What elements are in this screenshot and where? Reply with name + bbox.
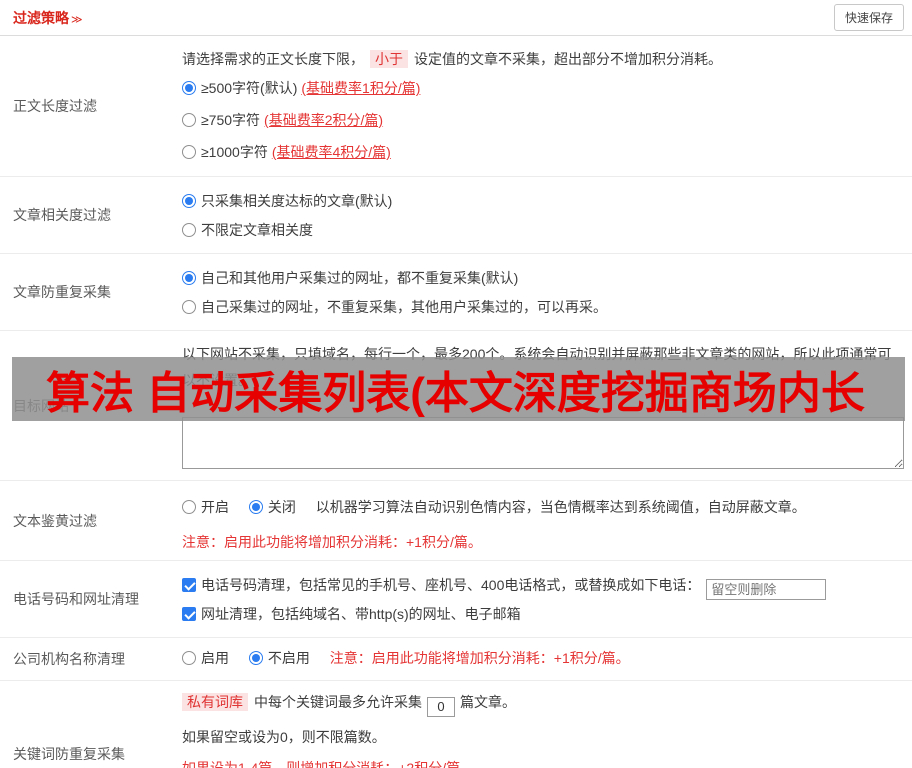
option-dedup-all[interactable]: 自己和其他用户采集过的网址，都不重复采集(默认) <box>182 264 904 293</box>
keyword-note-1-4: 如果设为1-4篇，则增加积分消耗：+2积分/篇。 <box>182 759 475 768</box>
option-url-clean[interactable]: 网址清理，包括纯域名、带http(s)的网址、电子邮箱 <box>182 606 521 622</box>
keyword-dedup-content: 私有词库中每个关键词最多允许采集 篇文章。 如果留空或设为0，则不限篇数。 如果设… <box>170 681 912 768</box>
dedup-self-label: 自己采集过的网址，不重复采集，其他用户采集过的，可以再采。 <box>201 299 607 315</box>
row-company-clean: 公司机构名称清理 启用 不启用 注意：启用此功能将增加积分消耗：+1积分/篇。 <box>0 638 912 681</box>
row-porn-filter: 文本鉴黄过滤 开启 关闭 以机器学习算法自动识别色情内容，当色情概率达到系统阈值… <box>0 481 912 561</box>
radio-500-chars[interactable] <box>182 81 196 95</box>
row-label-porn-filter: 文本鉴黄过滤 <box>13 512 97 529</box>
relevance-unlimited-label: 不限定文章相关度 <box>201 222 313 238</box>
company-clean-line: 启用 不启用 注意：启用此功能将增加积分消耗：+1积分/篇。 <box>182 648 904 668</box>
option-company-off[interactable]: 不启用 <box>248 650 314 666</box>
company-on-label: 启用 <box>201 650 229 666</box>
company-off-label: 不启用 <box>267 650 310 666</box>
overlay-banner: 算法 自动采集列表(本文深度挖掘商场内长 <box>12 357 905 421</box>
row-label-text-length: 正文长度过滤 <box>13 98 97 114</box>
topbar: 过滤策略 ≫ 快速保存 <box>0 0 912 36</box>
relevance-content: 只采集相关度达标的文章(默认) 不限定文章相关度 <box>170 177 912 253</box>
row-text-length-filter: 正文长度过滤 请选择需求的正文长度下限， 小于 设定值的文章不采集，超出部分不增加积… <box>0 36 912 177</box>
radio-relevance-unlimited[interactable] <box>182 223 196 237</box>
row-article-dedup: 文章防重复采集 自己和其他用户采集过的网址，都不重复采集(默认) 自己采集过的网… <box>0 254 912 331</box>
option-500-fee: (基础费率1积分/篇) <box>301 80 421 96</box>
porn-off-label: 关闭 <box>267 499 296 515</box>
keyword-limit-line: 私有词库中每个关键词最多允许采集 篇文章。 <box>182 691 904 717</box>
company-clean-note: 注意：启用此功能将增加积分消耗：+1积分/篇。 <box>329 650 630 666</box>
radio-company-off[interactable] <box>248 651 263 665</box>
overlay-banner-text: 算法 自动采集列表(本文深度挖掘商场内长 <box>46 369 865 418</box>
dedup-all-label: 自己和其他用户采集过的网址，都不重复采集(默认) <box>201 270 519 286</box>
text-length-desc: 请选择需求的正文长度下限， 小于 设定值的文章不采集，超出部分不增加积分消耗。 <box>182 46 904 72</box>
row-label-relevance: 文章相关度过滤 <box>13 207 111 223</box>
radio-dedup-all[interactable] <box>182 271 196 285</box>
url-clean-line: 网址清理，包括纯域名、带http(s)的网址、电子邮箱 <box>182 600 904 629</box>
porn-on-label: 开启 <box>201 499 229 515</box>
porn-filter-content: 开启 关闭 以机器学习算法自动识别色情内容，当色情概率达到系统阈值，自动屏蔽文章… <box>170 481 912 560</box>
option-500-label: ≥500字符(默认) <box>201 80 298 96</box>
keyword-limit-suffix: 篇文章。 <box>460 694 516 710</box>
company-clean-content: 启用 不启用 注意：启用此功能将增加积分消耗：+1积分/篇。 <box>170 638 912 680</box>
keyword-note-zero: 如果留空或设为0，则不限篇数。 <box>182 728 386 745</box>
row-label-keyword-dedup: 关键词防重复采集 <box>13 745 125 762</box>
double-chevron-icon: ≫ <box>71 13 83 26</box>
checkbox-url-clean[interactable] <box>182 607 196 621</box>
option-1000-label: ≥1000字符 <box>201 144 268 160</box>
quick-save-button[interactable]: 快速保存 <box>833 4 904 31</box>
option-1000-chars[interactable]: ≥1000字符 (基础费率4积分/篇) <box>182 136 904 168</box>
keyword-limit-text: 中每个关键词最多允许采集 <box>254 694 422 710</box>
option-porn-on[interactable]: 开启 <box>182 499 233 515</box>
option-500-chars[interactable]: ≥500字符(默认) (基础费率1积分/篇) <box>182 72 904 104</box>
radio-1000-chars[interactable] <box>182 145 196 159</box>
phone-clean-line: 电话号码清理，包括常见的手机号、座机号、400电话格式，或替换成如下电话： <box>182 571 904 600</box>
radio-porn-off[interactable] <box>248 500 263 514</box>
row-label-article-dedup: 文章防重复采集 <box>13 284 111 300</box>
phone-clean-label: 电话号码清理，包括常见的手机号、座机号、400电话格式，或替换成如下电话： <box>201 577 701 593</box>
less-than-chip: 小于 <box>370 50 408 68</box>
porn-filter-options: 开启 关闭 以机器学习算法自动识别色情内容，当色情概率达到系统阈值，自动屏蔽文章… <box>182 491 904 523</box>
option-750-label: ≥750字符 <box>201 112 261 128</box>
porn-filter-desc: 以机器学习算法自动识别色情内容，当色情概率达到系统阈值，自动屏蔽文章。 <box>315 499 806 515</box>
row-keyword-dedup: 关键词防重复采集 私有词库中每个关键词最多允许采集 篇文章。 如果留空或设为0，则… <box>0 681 912 768</box>
page-title[interactable]: 过滤策略 ≫ <box>13 8 83 28</box>
option-750-fee: (基础费率2积分/篇) <box>264 112 384 128</box>
url-clean-label: 网址清理，包括纯域名、带http(s)的网址、电子邮箱 <box>201 606 521 622</box>
option-dedup-self[interactable]: 自己采集过的网址，不重复采集，其他用户采集过的，可以再采。 <box>182 293 904 322</box>
radio-porn-on[interactable] <box>182 500 196 514</box>
option-1000-fee: (基础费率4积分/篇) <box>271 144 391 160</box>
option-company-on[interactable]: 启用 <box>182 650 233 666</box>
desc-pre: 请选择需求的正文长度下限， <box>182 51 364 67</box>
radio-company-on[interactable] <box>182 651 196 665</box>
option-relevance-unlimited[interactable]: 不限定文章相关度 <box>182 216 904 245</box>
relevance-default-label: 只采集相关度达标的文章(默认) <box>201 193 393 209</box>
page-title-text: 过滤策略 <box>13 9 69 26</box>
private-lexicon-chip: 私有词库 <box>182 693 248 711</box>
radio-750-chars[interactable] <box>182 113 196 127</box>
phone-url-content: 电话号码清理，包括常见的手机号、座机号、400电话格式，或替换成如下电话： 网址… <box>170 561 912 637</box>
row-label-company-clean: 公司机构名称清理 <box>13 651 125 667</box>
row-relevance-filter: 文章相关度过滤 只采集相关度达标的文章(默认) 不限定文章相关度 <box>0 177 912 254</box>
option-relevance-default[interactable]: 只采集相关度达标的文章(默认) <box>182 187 904 216</box>
target-sites-textarea[interactable] <box>182 417 904 469</box>
row-label-phone-url: 电话号码和网址清理 <box>13 591 139 607</box>
keyword-limit-input[interactable] <box>427 696 455 717</box>
article-dedup-content: 自己和其他用户采集过的网址，都不重复采集(默认) 自己采集过的网址，不重复采集，… <box>170 254 912 330</box>
checkbox-phone-clean[interactable] <box>182 578 196 592</box>
porn-filter-note: 注意：启用此功能将增加积分消耗：+1积分/篇。 <box>182 534 482 550</box>
filter-strategy-page: 过滤策略 ≫ 快速保存 正文长度过滤 请选择需求的正文长度下限， 小于 设定值的文章不… <box>0 0 912 768</box>
phone-replace-input[interactable] <box>706 579 827 600</box>
row-phone-url-clean: 电话号码和网址清理 电话号码清理，包括常见的手机号、座机号、400电话格式，或替… <box>0 561 912 638</box>
option-porn-off[interactable]: 关闭 <box>248 499 300 515</box>
radio-relevance-default[interactable] <box>182 194 196 208</box>
desc-post: 设定值的文章不采集，超出部分不增加积分消耗。 <box>414 51 722 67</box>
option-750-chars[interactable]: ≥750字符 (基础费率2积分/篇) <box>182 104 904 136</box>
option-phone-clean[interactable]: 电话号码清理，包括常见的手机号、座机号、400电话格式，或替换成如下电话： <box>182 577 700 593</box>
radio-dedup-self[interactable] <box>182 300 196 314</box>
text-length-content: 请选择需求的正文长度下限， 小于 设定值的文章不采集，超出部分不增加积分消耗。 ≥5… <box>170 36 912 176</box>
